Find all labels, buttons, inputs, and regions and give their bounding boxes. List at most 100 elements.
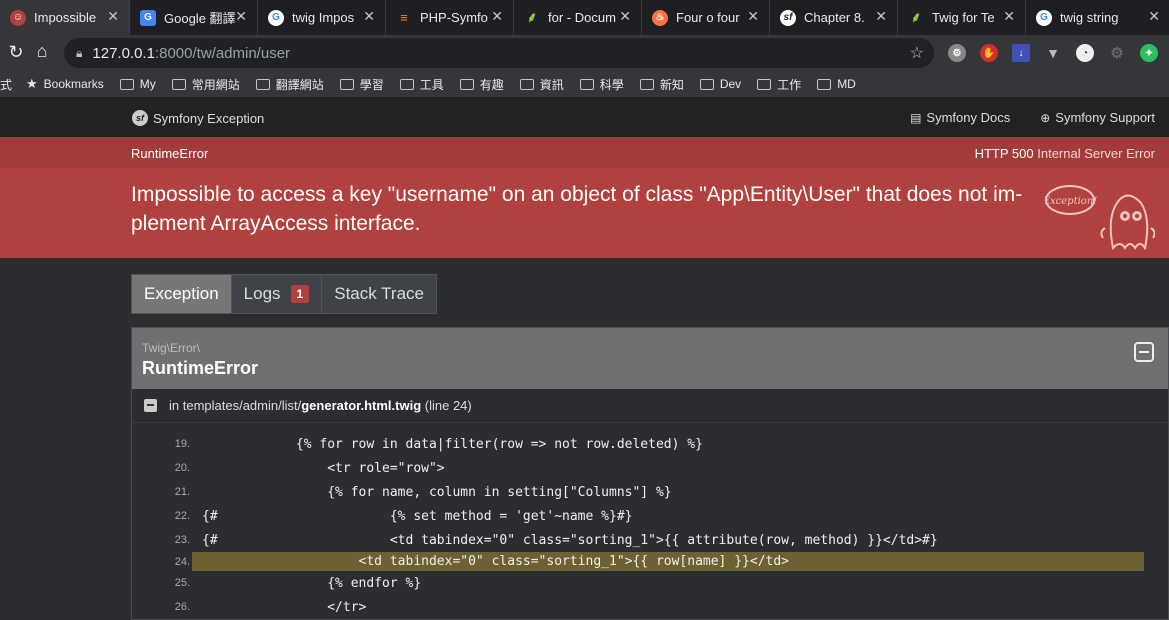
bookmark-star-icon[interactable]: ☆ [910,43,924,63]
line-number: 24. [174,555,190,568]
line-number: 25. [174,577,190,589]
bookmark-folder-label: 資訊 [539,77,564,92]
clock-extension-icon[interactable]: ◔ [1076,44,1094,62]
code-excerpt: 19. {% for row in data|filter(row => not… [132,432,1168,619]
bookmark-folder[interactable]: MD [817,77,856,91]
folder-icon [699,78,714,90]
browser-tab-title: Impossible [34,10,97,25]
tab-exception[interactable]: Exception [131,274,232,314]
twig-icon: ⸙ [526,9,538,25]
bookmark-folder[interactable]: 科學 [579,76,624,93]
browser-tab-title: Four o four [676,10,740,25]
close-icon[interactable]: ✕ [747,8,759,25]
line-text: {% endfor %} [202,575,422,591]
folder-icon [519,78,534,90]
bookmark-folder[interactable]: 資訊 [519,76,564,93]
trace-file-line[interactable]: in templates/admin/list/generator.html.t… [132,389,1168,423]
google-translate-icon: G [140,9,156,26]
evernote-extension-icon[interactable]: ✦ [1140,44,1158,62]
stackoverflow-icon: ≡ [400,10,408,25]
settings-extension-icon[interactable]: ⚙ [1108,44,1126,62]
symfony-header: sf Symfony Exception ▤ Symfony Docs ⊕ Symf… [0,98,1169,137]
bookmark-folder[interactable]: 翻譯網站 [255,76,324,93]
collapse-icon[interactable] [1134,342,1154,362]
minus-icon[interactable] [144,399,157,412]
bookmark-folder-label: 科學 [599,77,624,92]
bookmark-prefix[interactable]: 式 [0,76,12,93]
bookmark-folder[interactable]: 新知 [639,76,684,93]
home-icon[interactable]: ⌂ [26,41,58,62]
folder-icon [579,78,594,90]
trace-header[interactable]: Twig\Error\ RuntimeError [132,328,1168,389]
bookmark-folder-label: 新知 [659,77,684,92]
code-line: 20. <tr role="row"> [132,456,1168,480]
http-status: HTTP 500 Internal Server Error [975,146,1155,161]
browser-tab[interactable]: ≡ PHP-Symfo ✕ [386,0,514,35]
bookmark-folder-label: 有趣 [479,77,504,92]
download-extension-icon[interactable]: ↓ [1012,44,1030,62]
adblock-extension-icon[interactable]: ✋ [980,44,998,62]
browser-tab[interactable]: sf Chapter 8. ✕ [770,0,898,35]
close-icon[interactable]: ✕ [107,8,119,25]
twig-icon: ⸙ [910,9,922,25]
browser-tab-title: twig string [1060,10,1119,25]
tab-stack-trace[interactable]: Stack Trace [322,274,437,314]
browser-tab[interactable]: G Google 翻譯 ✕ [130,0,258,35]
folder-icon [255,78,270,90]
browser-tab[interactable]: ☺ Impossible ✕ [0,0,130,35]
bookmark-folder-label: 學習 [359,77,384,92]
close-icon[interactable]: ✕ [1148,8,1160,25]
bookmark-folder[interactable]: 學習 [339,76,384,93]
close-icon[interactable]: ✕ [235,8,247,25]
close-icon[interactable]: ✕ [363,8,375,25]
close-icon[interactable]: ✕ [875,8,887,25]
close-icon[interactable]: ✕ [491,8,503,25]
line-text: </tr> [202,599,367,615]
tab-logs[interactable]: Logs 1 [231,274,323,314]
line-text: <tr role="row"> [202,460,445,476]
line-text: {# {% set method = 'get'~name %}#} [202,508,633,524]
bookmark-folder[interactable]: 常用網站 [171,76,240,93]
symfony-icon: sf [780,9,796,26]
address-bar[interactable]: 🔒︎ 127.0.0.1:8000/tw/admin/user ☆ [64,38,934,68]
close-icon[interactable]: ✕ [619,8,631,25]
book-icon: ▤ [910,110,922,125]
browser-tab[interactable]: G twig string ✕ [1026,0,1169,35]
lock-icon: 🔒︎ [76,45,83,60]
bookmark-folder-label: 常用網站 [191,77,240,92]
bookmark-folder[interactable]: 有趣 [459,76,504,93]
symfony-support-label: Symfony Support [1055,110,1155,125]
vue-extension-icon[interactable]: ▼ [1044,44,1062,62]
gear-extension-icon[interactable]: ⚙ [948,44,966,62]
browser-tab[interactable]: ♨ Four o four ✕ [642,0,770,35]
folder-icon [757,78,772,90]
bookmarks-item[interactable]: ★ Bookmarks [26,76,104,92]
url-path: :8000/tw/admin/user [154,44,291,62]
exception-message: Impossible to access a key "username" on… [131,183,1023,235]
browser-tab[interactable]: ⸙ Twig for Te ✕ [898,0,1026,35]
browser-tab[interactable]: ⸙ for - Docum ✕ [514,0,642,35]
trace-file-line-number: (line 24) [424,398,472,413]
code-line: 19. {% for row in data|filter(row => not… [132,432,1168,456]
code-line: 22. {# {% set method = 'get'~name %}#} [132,504,1168,528]
bookmark-folder[interactable]: 工作 [757,76,801,93]
bookmark-folder[interactable]: My [119,77,156,91]
symfony-brand-label: Symfony Exception [153,110,265,126]
folder-icon [817,78,832,90]
symfony-brand: sf Symfony Exception [132,110,264,126]
bookmark-folder-label: Dev [719,77,742,91]
folder-icon [171,78,186,90]
bookmark-folder[interactable]: Dev [699,77,742,91]
symfony-docs-link[interactable]: ▤ Symfony Docs [910,110,1010,125]
code-line: 21. {% for name, column in setting["Colu… [132,480,1168,504]
http-code: HTTP 500 [974,146,1034,161]
bookmark-folder[interactable]: 工具 [399,76,444,93]
line-text: {% for row in data|filter(row => not row… [202,436,703,452]
browser-tab[interactable]: G twig Impos ✕ [258,0,386,35]
symfony-support-link[interactable]: ⊕ Symfony Support [1040,110,1155,125]
symfony-logo-icon: sf [132,110,148,126]
exception-tabs: Exception Logs 1 Stack Trace [131,274,437,314]
folder-icon [399,78,414,90]
browser-tab-title: for - Docum [548,10,616,25]
close-icon[interactable]: ✕ [1003,8,1015,25]
